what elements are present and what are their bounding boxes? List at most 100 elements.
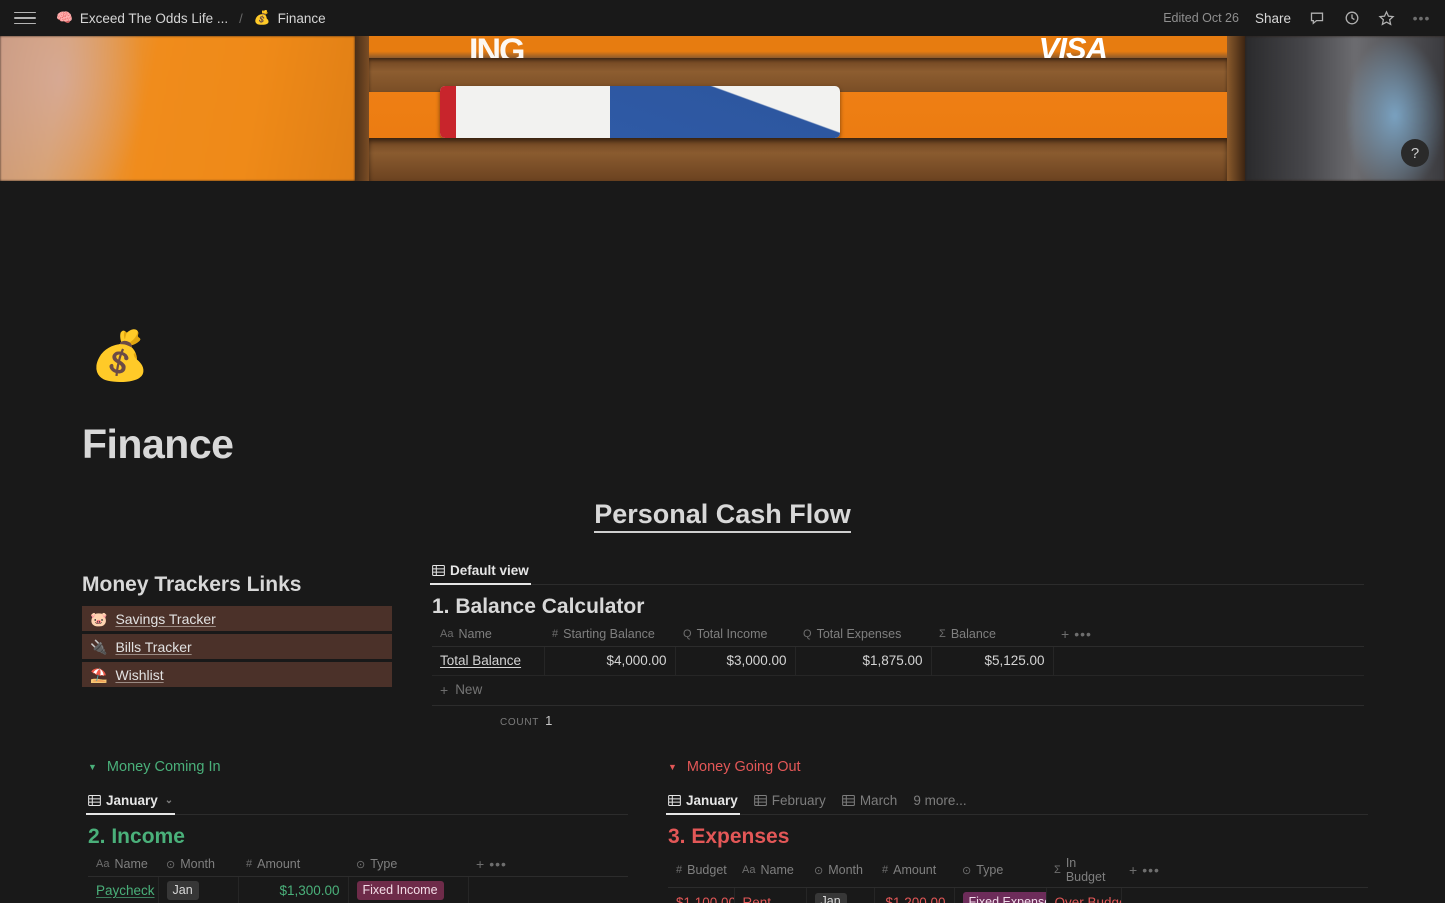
balance-calculator-title: 1. Balance Calculator xyxy=(432,595,645,618)
cell-total-income[interactable]: $3,000.00 xyxy=(675,646,796,676)
plug-icon: 🔌 xyxy=(90,638,108,655)
toggle-money-going-out-label: Money Going Out xyxy=(686,759,801,775)
help-button[interactable]: ? xyxy=(1401,139,1429,167)
tab-february-expenses[interactable]: February xyxy=(753,793,826,814)
page-icon-money-bag[interactable]: 💰 xyxy=(90,333,150,381)
column-header-budget[interactable]: # Budget xyxy=(668,853,734,888)
tab-january-expenses[interactable]: January xyxy=(666,793,740,815)
wallet-pocket-lower xyxy=(369,138,1227,181)
column-header-name-label: Name xyxy=(760,863,794,877)
add-column-button[interactable]: + ••• xyxy=(468,853,628,877)
balance-view-tabs: Default view xyxy=(430,557,1364,585)
tracker-link-savings[interactable]: 🐷 Savings Tracker xyxy=(82,606,392,631)
toggle-money-coming-in[interactable]: ▼ Money Coming In xyxy=(88,759,628,775)
row-title-link[interactable]: Paycheck xyxy=(96,883,155,898)
cell-empty xyxy=(468,876,628,903)
cell-month[interactable]: Jan xyxy=(158,876,239,903)
table-row[interactable]: $1,100.00 Rent Jan $1,200.00 Fixed Expen… xyxy=(668,887,1368,903)
cell-name[interactable]: Total Balance xyxy=(432,646,545,676)
cell-in-budget[interactable]: Over Budget xyxy=(1046,887,1122,903)
income-table: Aa Name ⊙ Month # Amount ⊙ Type + ••• Paychec… xyxy=(88,853,628,903)
cover-left-blur xyxy=(0,36,355,181)
toggle-money-going-out[interactable]: ▼ Money Going Out xyxy=(668,759,1368,775)
cell-amount[interactable]: $1,300.00 xyxy=(238,876,349,903)
brain-icon: 🧠 xyxy=(56,10,73,26)
column-header-total-income[interactable]: Q Total Income xyxy=(675,623,795,647)
tracker-link-wishlist-label: Wishlist xyxy=(115,666,164,683)
cell-type[interactable]: Fixed Income xyxy=(348,876,469,903)
cell-name[interactable]: Paycheck xyxy=(88,876,159,903)
number-icon: # xyxy=(552,628,559,641)
cell-total-expenses[interactable]: $1,875.00 xyxy=(795,646,932,676)
column-header-month[interactable]: ⊙ Month xyxy=(806,853,874,888)
text-icon: Aa xyxy=(96,858,110,871)
tab-default-view[interactable]: Default view xyxy=(430,563,531,585)
comment-icon[interactable] xyxy=(1307,9,1326,28)
wallet-white-card xyxy=(440,86,840,138)
plus-icon: + xyxy=(1061,626,1070,643)
chevron-down-icon[interactable]: ⌄ xyxy=(165,795,173,806)
cell-name[interactable]: Rent xyxy=(734,887,807,903)
select-icon: ⊙ xyxy=(814,864,824,877)
column-header-in-budget[interactable]: Σ In Budget xyxy=(1046,853,1121,888)
tracker-link-bills[interactable]: 🔌 Bills Tracker xyxy=(82,634,392,659)
table-row[interactable]: Total Balance $4,000.00 $3,000.00 $1,875… xyxy=(432,646,1364,676)
expenses-rows: $1,100.00 Rent Jan $1,200.00 Fixed Expen… xyxy=(668,887,1368,903)
expenses-table: # Budget Aa Name ⊙ Month # Amount ⊙ Type Σ In … xyxy=(668,853,1368,903)
page-title[interactable]: Finance xyxy=(82,421,234,468)
column-header-name[interactable]: Aa Name xyxy=(88,853,158,877)
add-column-button[interactable]: + ••• xyxy=(1053,623,1364,647)
formula-icon: Σ xyxy=(1054,864,1061,876)
column-header-name[interactable]: Aa Name xyxy=(432,623,544,647)
column-header-amount[interactable]: # Amount xyxy=(238,853,348,877)
month-tag: Jan xyxy=(814,892,847,903)
type-tag: Fixed Expense xyxy=(962,892,1045,903)
table-icon xyxy=(432,565,445,576)
cell-type[interactable]: Fixed Expense xyxy=(954,887,1047,903)
table-icon xyxy=(753,795,767,806)
more-views-button[interactable]: 9 more... xyxy=(913,793,966,814)
column-header-type[interactable]: ⊙ Type xyxy=(348,853,468,877)
cell-amount[interactable]: $1,200.00 xyxy=(874,887,955,903)
table-header-row: Aa Name ⊙ Month # Amount ⊙ Type + ••• xyxy=(88,853,628,877)
share-button[interactable]: Share xyxy=(1255,11,1291,26)
count-aggregation[interactable]: COUNT 1 xyxy=(500,713,552,728)
cell-balance[interactable]: $5,125.00 xyxy=(931,646,1054,676)
history-icon[interactable] xyxy=(1342,9,1361,28)
more-icon: ••• xyxy=(1142,862,1160,878)
count-label: COUNT xyxy=(500,716,540,728)
more-icon[interactable]: ••• xyxy=(1412,9,1431,28)
row-title-link[interactable]: Total Balance xyxy=(440,653,521,668)
umbrella-icon: ⛱️ xyxy=(90,666,108,683)
tracker-link-wishlist[interactable]: ⛱️ Wishlist xyxy=(82,662,392,687)
column-header-month[interactable]: ⊙ Month xyxy=(158,853,238,877)
cell-starting-balance[interactable]: $4,000.00 xyxy=(544,646,676,676)
column-header-type[interactable]: ⊙ Type xyxy=(954,853,1046,888)
expenses-title: 3. Expenses xyxy=(668,825,790,848)
count-value: 1 xyxy=(545,712,553,728)
hamburger-icon[interactable] xyxy=(14,7,36,29)
cell-budget[interactable]: $1,100.00 xyxy=(668,887,735,903)
column-header-total-expenses[interactable]: Q Total Expenses xyxy=(795,623,931,647)
tab-january-income[interactable]: January ⌄ xyxy=(85,793,176,815)
column-header-type-label: Type xyxy=(370,857,398,872)
tab-march-expenses[interactable]: March xyxy=(841,793,897,814)
star-icon[interactable] xyxy=(1377,9,1396,28)
column-header-amount[interactable]: # Amount xyxy=(874,853,954,888)
money-bag-icon: 💰 xyxy=(253,10,271,26)
column-header-month-label: Month xyxy=(828,863,863,877)
breadcrumb-page[interactable]: 💰 Finance xyxy=(250,9,330,28)
breadcrumb-workspace[interactable]: 🧠 Exceed The Odds Life ... xyxy=(52,9,232,28)
new-row-button[interactable]: + New xyxy=(432,676,1364,706)
table-row[interactable]: Paycheck Jan $1,300.00 Fixed Income xyxy=(88,876,628,903)
row-title-link[interactable]: Rent xyxy=(743,895,772,903)
column-header-balance-label: Balance xyxy=(950,627,996,642)
column-header-balance[interactable]: Σ Balance xyxy=(931,623,1053,647)
breadcrumb-page-label: Finance xyxy=(277,10,326,26)
cell-month[interactable]: Jan xyxy=(806,887,875,903)
column-header-starting-balance[interactable]: # Starting Balance xyxy=(544,623,675,647)
table-header-row: # Budget Aa Name ⊙ Month # Amount ⊙ Type Σ In … xyxy=(668,853,1368,888)
edited-timestamp: Edited Oct 26 xyxy=(1163,11,1239,25)
add-column-button[interactable]: + ••• xyxy=(1121,853,1368,888)
column-header-name[interactable]: Aa Name xyxy=(734,853,806,888)
